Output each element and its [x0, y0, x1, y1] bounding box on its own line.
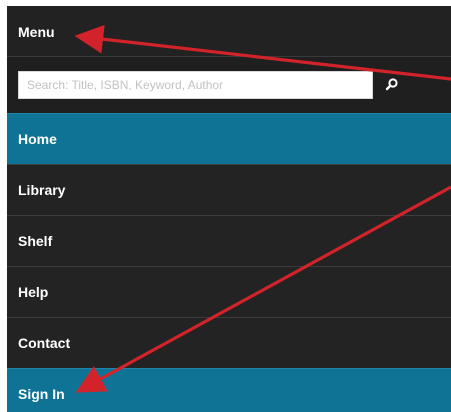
search-bar [7, 57, 451, 113]
nav-item-label: Shelf [18, 233, 53, 249]
menu-header: Menu [7, 6, 451, 57]
nav-item-label: Help [18, 284, 49, 300]
nav-item-help[interactable]: Help [7, 266, 451, 317]
nav-item-label: Library [18, 182, 66, 198]
nav-item-home[interactable]: Home [7, 113, 451, 164]
nav-item-label: Contact [18, 335, 71, 351]
search-input[interactable] [18, 71, 373, 99]
nav-item-sign-in[interactable]: Sign In [7, 368, 451, 412]
nav-item-contact[interactable]: Contact [7, 317, 451, 368]
nav-item-label: Sign In [18, 386, 65, 402]
menu-title: Menu [18, 24, 55, 40]
nav-item-label: Home [18, 131, 57, 147]
search-icon[interactable] [381, 74, 403, 96]
nav-item-shelf[interactable]: Shelf [7, 215, 451, 266]
mobile-nav-menu: Menu Home Library Shelf Help Contact Sig… [7, 6, 451, 412]
nav-item-library[interactable]: Library [7, 164, 451, 215]
